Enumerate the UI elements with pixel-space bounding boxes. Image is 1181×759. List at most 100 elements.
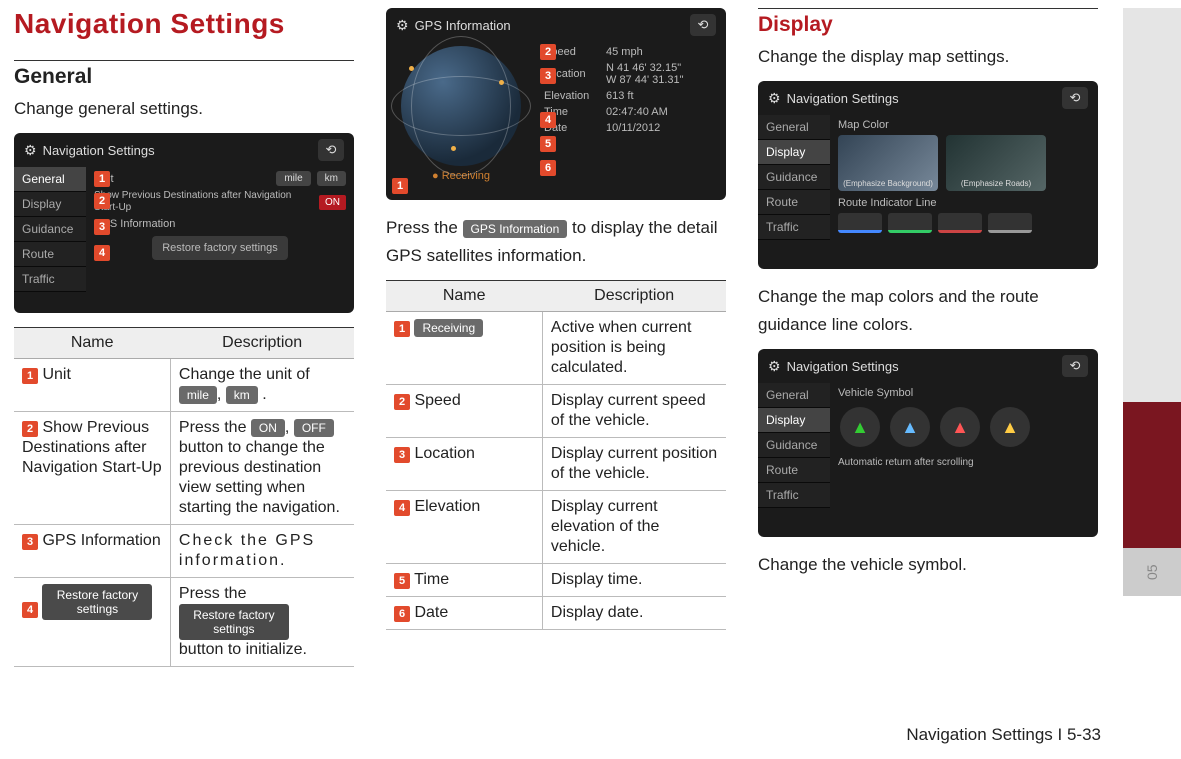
gps-press-desc: Press the GPS Information to display the… xyxy=(386,214,726,270)
g2-num: 2 xyxy=(394,394,410,410)
row1-chip-mile: mile xyxy=(179,386,217,404)
gps-v-elev: 613 ft xyxy=(606,90,634,102)
ds2-back-icon[interactable]: ⟲ xyxy=(1062,355,1088,377)
unit-km-btn[interactable]: km xyxy=(317,171,346,186)
mapcolor-opt2[interactable]: (Emphasize Roads) xyxy=(946,135,1046,191)
callout-2: 2 xyxy=(94,193,110,209)
row2-desc-a: Press the xyxy=(179,419,251,436)
row4-desc-b: button to initialize. xyxy=(179,641,307,658)
ds2-menu-traffic[interactable]: Traffic xyxy=(758,483,830,508)
header-label: Navigation Settings xyxy=(24,142,155,159)
vehicle-sym-2[interactable]: ▲ xyxy=(890,407,930,447)
row4-chip: Restore factory settings xyxy=(179,604,289,640)
gps-callout-1: 1 xyxy=(392,178,408,194)
ds2-menu-route[interactable]: Route xyxy=(758,458,830,483)
unit-mile-btn[interactable]: mile xyxy=(276,171,310,186)
row2-num: 2 xyxy=(22,421,38,437)
chapter-number: 05 xyxy=(1123,548,1181,596)
g5-name: Time xyxy=(414,571,449,588)
page-title: Navigation Settings xyxy=(14,8,354,40)
row1-num: 1 xyxy=(22,368,38,384)
gps-back-icon[interactable]: ⟲ xyxy=(690,14,716,36)
row2-chip-off: OFF xyxy=(294,419,334,437)
display-text2: Change the map colors and the route guid… xyxy=(758,283,1098,339)
prev-dest-label: Show Previous Destinations after Navigat… xyxy=(94,190,313,214)
mapcolor-opt1[interactable]: (Emphasize Background) xyxy=(838,135,938,191)
row2-name: Show Previous Destinations after Navigat… xyxy=(22,419,162,476)
ds2-menu-general[interactable]: General xyxy=(758,383,830,408)
general-desc: Change general settings. xyxy=(14,95,354,123)
general-heading: General xyxy=(14,60,354,89)
routeind-opt1[interactable] xyxy=(838,213,882,233)
vsym-label: Vehicle Symbol xyxy=(838,387,913,399)
th-desc: Description xyxy=(170,328,354,359)
g3-name: Location xyxy=(414,445,475,462)
row1-name: Unit xyxy=(42,366,70,383)
g4-desc: Display current elevation of the vehicle… xyxy=(542,491,726,564)
back-icon[interactable]: ⟲ xyxy=(318,139,344,161)
gps-callout-2: 2 xyxy=(540,44,556,60)
row1-mid: , xyxy=(217,386,226,403)
g6-name: Date xyxy=(414,604,448,621)
ds1-menu-route[interactable]: Route xyxy=(758,190,830,215)
ds2-menu-display[interactable]: Display xyxy=(758,408,830,433)
ds1-menu-display[interactable]: Display xyxy=(758,140,830,165)
vehicle-sym-4[interactable]: ▲ xyxy=(990,407,1030,447)
row4-desc-a: Press the xyxy=(179,585,247,602)
gps-screenshot: GPS Information ⟲ ● Receiving xyxy=(386,8,726,200)
gps-callout-6: 6 xyxy=(540,160,556,176)
g1-desc: Active when current position is being ca… xyxy=(542,312,726,385)
g2-desc: Display current speed of the vehicle. xyxy=(542,385,726,438)
gps-callout-3: 3 xyxy=(540,68,556,84)
autoreturn-label: Automatic return after scrolling xyxy=(838,457,974,469)
sidebar-item-display[interactable]: Display xyxy=(14,192,86,217)
general-screenshot: Navigation Settings ⟲ General Display Gu… xyxy=(14,133,354,313)
g1-chip: Receiving xyxy=(414,319,483,337)
g2-name: Speed xyxy=(414,392,460,409)
sidebar-item-traffic[interactable]: Traffic xyxy=(14,267,86,292)
gps-th-desc: Description xyxy=(542,281,726,312)
gps-v-date: 10/11/2012 xyxy=(606,122,660,134)
callout-4: 4 xyxy=(94,245,110,261)
g6-desc: Display date. xyxy=(542,597,726,630)
gps-table: Name Description 1 Receiving Active when… xyxy=(386,280,726,630)
gps-v-speed: 45 mph xyxy=(606,46,643,58)
routeind-opt3[interactable] xyxy=(938,213,982,233)
ds1-menu-guidance[interactable]: Guidance xyxy=(758,165,830,190)
gps-callout-5: 5 xyxy=(540,136,556,152)
routeind-opt2[interactable] xyxy=(888,213,932,233)
sidebar-item-general[interactable]: General xyxy=(14,167,86,192)
g4-name: Elevation xyxy=(414,498,480,515)
ds2-menu-guidance[interactable]: Guidance xyxy=(758,433,830,458)
th-name: Name xyxy=(14,328,170,359)
row2-chip-on: ON xyxy=(251,419,285,437)
display-text3: Change the vehicle symbol. xyxy=(758,551,1098,579)
row4-num: 4 xyxy=(22,602,38,618)
g6-num: 6 xyxy=(394,606,410,622)
sidebar-item-guidance[interactable]: Guidance xyxy=(14,217,86,242)
g5-desc: Display time. xyxy=(542,564,726,597)
vehicle-sym-1[interactable]: ▲ xyxy=(840,407,880,447)
gps-header-label: GPS Information xyxy=(396,17,511,34)
page-side-tab: 05 xyxy=(1123,8,1181,596)
prev-dest-toggle[interactable]: ON xyxy=(319,195,346,210)
restore-btn[interactable]: Restore factory settings xyxy=(152,236,288,260)
ds1-menu-general[interactable]: General xyxy=(758,115,830,140)
routeind-opt4[interactable] xyxy=(988,213,1032,233)
ds1-back-icon[interactable]: ⟲ xyxy=(1062,87,1088,109)
mapcolor-label: Map Color xyxy=(838,119,889,131)
display-screenshot-2: Navigation Settings ⟲ General Display Gu… xyxy=(758,349,1098,537)
row2-mid: , xyxy=(285,419,294,436)
gps-th-name: Name xyxy=(386,281,542,312)
row3-name: GPS Information xyxy=(42,532,160,549)
gps-k-elev: Elevation xyxy=(544,90,600,102)
gps-v-time: 02:47:40 AM xyxy=(606,106,668,118)
g1-num: 1 xyxy=(394,321,410,337)
g5-num: 5 xyxy=(394,573,410,589)
gps-callout-4: 4 xyxy=(540,112,556,128)
display-heading: Display xyxy=(758,8,1098,37)
ds1-menu-traffic[interactable]: Traffic xyxy=(758,215,830,240)
display-screenshot-1: Navigation Settings ⟲ General Display Gu… xyxy=(758,81,1098,269)
vehicle-sym-3[interactable]: ▲ xyxy=(940,407,980,447)
sidebar-item-route[interactable]: Route xyxy=(14,242,86,267)
